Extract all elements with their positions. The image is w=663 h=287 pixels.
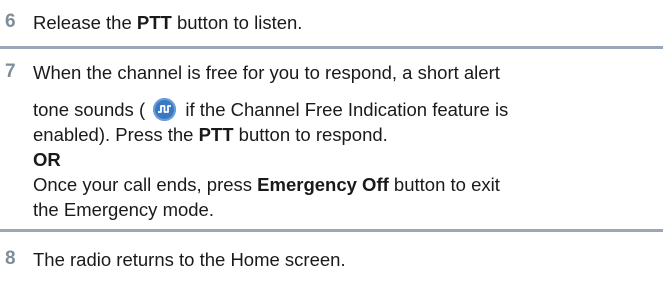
step-text: Release the PTT button to listen.: [33, 10, 661, 35]
step-number: 6: [5, 11, 16, 32]
step-line: When the channel is free for you to resp…: [33, 62, 500, 83]
text-run: tone sounds (: [33, 99, 151, 120]
step-text: When the channel is free for you to resp…: [33, 60, 661, 222]
ptt-label: PTT: [198, 124, 234, 145]
step-text: The radio returns to the Home screen.: [33, 247, 661, 272]
text-run: button to listen.: [171, 12, 303, 33]
text-run: Release the: [33, 12, 137, 33]
text-run: if the Channel Free Indication feature i…: [180, 99, 509, 120]
step-line: The radio returns to the Home screen.: [33, 249, 346, 270]
divider: [0, 229, 663, 232]
text-run: button to exit: [388, 174, 500, 195]
emergency-off-label: Emergency Off: [257, 174, 389, 195]
step-line: Release the PTT button to listen.: [33, 10, 661, 35]
text-run: Once your call ends, press: [33, 174, 258, 195]
step-line: Once your call ends, press Emergency Off…: [33, 172, 661, 197]
or-text: OR: [33, 149, 61, 170]
channel-free-tone-icon: [153, 98, 177, 121]
or-label: OR: [33, 147, 661, 172]
step-number: 8: [5, 248, 16, 269]
text-run: enabled). Press the: [33, 124, 199, 145]
step-line: enabled). Press the PTT button to respon…: [33, 122, 661, 147]
step-line: tone sounds ( if the Channel Free Indica…: [33, 97, 661, 122]
step-number: 7: [5, 61, 16, 82]
ptt-label: PTT: [136, 12, 172, 33]
text-run: button to respond.: [233, 124, 388, 145]
divider: [0, 46, 663, 49]
step-line: the Emergency mode.: [33, 199, 214, 220]
